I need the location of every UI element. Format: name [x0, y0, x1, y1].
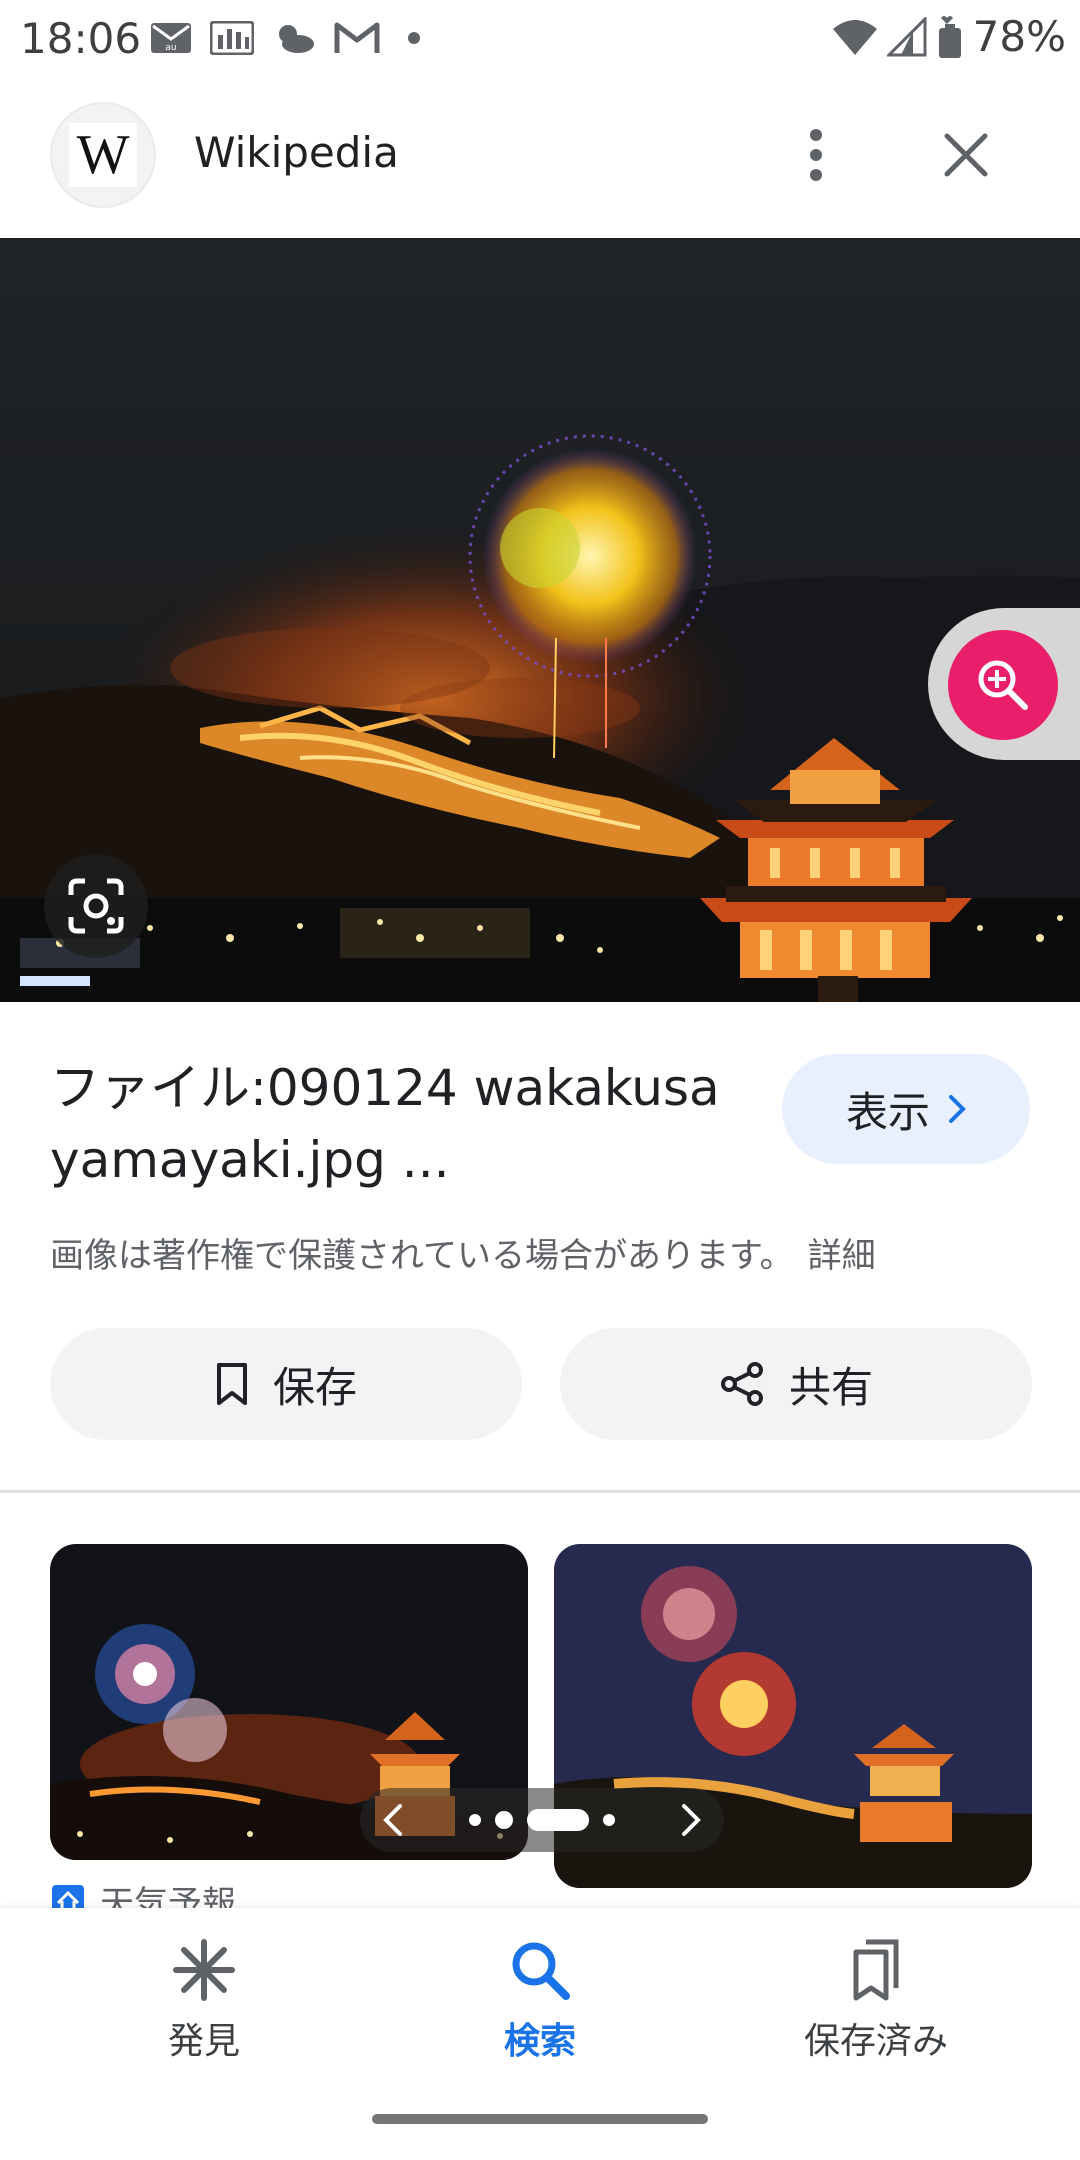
nav-discover-label: 発見 — [167, 2021, 240, 2062]
gesture-home-bar[interactable] — [372, 2114, 708, 2124]
carousel-prev-icon[interactable] — [382, 1803, 404, 1837]
zoom-in-button[interactable] — [948, 630, 1058, 740]
details-link[interactable]: 詳細 — [808, 1236, 876, 1276]
collections-icon — [853, 1939, 899, 2001]
mail-au-icon: au — [151, 23, 191, 53]
gmail-icon — [334, 22, 380, 53]
search-icon — [512, 1942, 570, 2000]
close-button[interactable] — [936, 122, 996, 188]
share-icon — [720, 1362, 763, 1406]
carousel-dot[interactable] — [495, 1811, 513, 1829]
battery-icon — [938, 15, 961, 58]
copyright-text: 画像は著作権で保護されている場合があります。 — [50, 1236, 794, 1276]
nav-saved-label: 保存済み — [803, 2021, 948, 2062]
nav-search[interactable]: 検索 — [420, 1938, 660, 2064]
more-options-button[interactable] — [790, 120, 842, 190]
carousel-dot[interactable] — [469, 1814, 481, 1826]
image-title: ファイル:090124 wakakusa yamayaki.jpg ... — [50, 1059, 720, 1189]
google-image-viewer: 18:06 au 78% W Wikipedia ファイル:090124 wak… — [0, 0, 1080, 2160]
carousel-next-icon[interactable] — [680, 1803, 702, 1837]
visit-button[interactable]: 表示 — [782, 1054, 1030, 1164]
status-time: 18:06 — [20, 14, 142, 63]
nav-search-label: 検索 — [503, 2021, 576, 2062]
bookmark-icon — [216, 1363, 247, 1405]
save-label: 保存 — [272, 1362, 357, 1412]
source-title[interactable]: Wikipedia — [194, 128, 399, 177]
carousel-dots — [469, 1809, 615, 1831]
main-image[interactable] — [0, 238, 1080, 1002]
carousel-dot[interactable] — [603, 1814, 615, 1826]
svg-text:au: au — [165, 43, 176, 53]
close-icon — [944, 133, 988, 177]
source-header: W Wikipedia — [0, 90, 1080, 240]
save-button[interactable]: 保存 — [50, 1328, 522, 1440]
fireworks-temple-photo — [0, 238, 1080, 1002]
wikipedia-logo[interactable]: W — [50, 102, 156, 208]
asterisk-icon — [173, 1939, 235, 2001]
system-icons: 78% — [831, 12, 1066, 61]
zoom-in-icon — [978, 660, 1028, 710]
more-notifications-dot — [408, 32, 420, 44]
carousel-controls — [360, 1788, 724, 1852]
copyright-notice: 画像は著作権で保護されている場合があります。 詳細 — [50, 1228, 876, 1277]
share-button[interactable]: 共有 — [560, 1328, 1032, 1440]
notification-icons: au — [150, 18, 420, 58]
chevron-right-icon — [949, 1095, 966, 1123]
wikipedia-logo-letter: W — [68, 123, 138, 187]
status-bar: 18:06 au 78% — [0, 0, 1080, 80]
battery-percent: 78% — [972, 12, 1066, 61]
weather-icon — [279, 25, 314, 53]
section-divider — [0, 1490, 1080, 1493]
lens-icon — [68, 878, 124, 934]
nav-saved[interactable]: 保存済み — [756, 1938, 996, 2064]
carousel-dot-active[interactable] — [527, 1809, 589, 1831]
signal-icon — [886, 16, 927, 56]
more-vert-icon — [810, 129, 822, 181]
gallery-icon — [210, 21, 254, 55]
share-label: 共有 — [788, 1362, 873, 1412]
nav-discover[interactable]: 発見 — [84, 1938, 324, 2064]
google-lens-button[interactable] — [44, 854, 148, 958]
visit-button-label: 表示 — [845, 1087, 930, 1137]
wifi-icon — [832, 19, 877, 55]
bottom-navigation: 発見 検索 保存済み — [0, 1908, 1080, 2160]
